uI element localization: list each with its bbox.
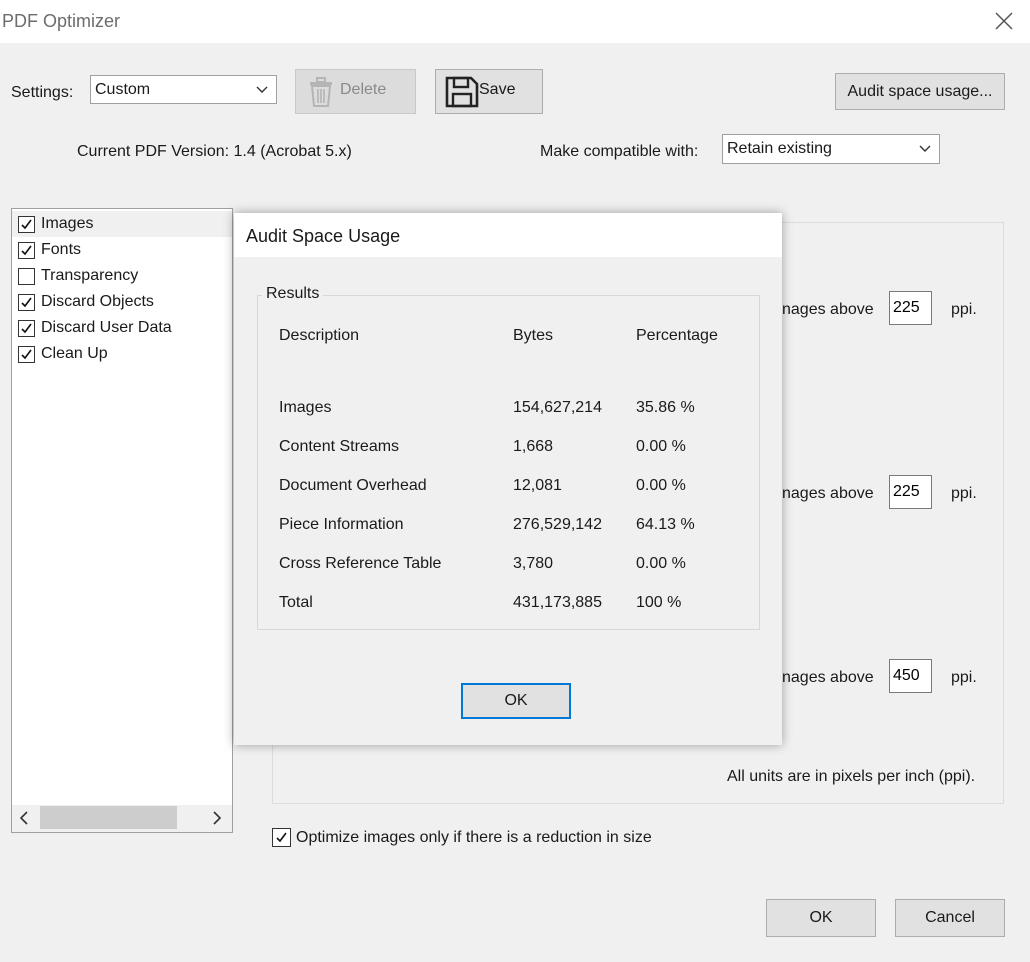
optimize-images-option[interactable]: Optimize images only if there is a reduc… [272,828,652,847]
compatibility-select[interactable]: Retain existing [722,134,940,164]
row-description: Content Streams [279,438,400,455]
audit-space-usage-button[interactable]: Audit space usage... [835,73,1005,110]
category-label: Discard Objects [41,293,154,310]
ppi-unit-2: ppi. [951,485,977,502]
category-label: Clean Up [41,345,108,362]
delete-label: Delete [340,81,387,98]
category-discard-objects[interactable]: Discard Objects [18,289,228,315]
row-description: Total [279,594,313,611]
downsample-text-1: nages above [782,301,874,318]
category-label: Discard User Data [41,319,172,336]
close-icon[interactable] [993,10,1015,32]
row-description: Images [279,399,332,416]
category-label: Transparency [41,267,139,284]
checkbox[interactable] [18,241,35,259]
units-note: All units are in pixels per inch (ppi). [727,768,976,785]
trash-icon [307,76,335,113]
row-description: Document Overhead [279,477,427,494]
make-compatible-label: Make compatible with: [540,143,699,160]
dialog-title-bar: Audit Space Usage [234,213,782,257]
chevron-down-icon [911,135,939,163]
save-button[interactable]: Save [435,69,543,114]
checkbox[interactable] [18,319,35,337]
row-percentage: 100 % [636,594,682,611]
ok-button[interactable]: OK [766,899,876,937]
chevron-right-icon[interactable] [211,811,223,830]
scrollbar-thumb[interactable] [40,806,177,829]
row-description: Piece Information [279,516,404,533]
category-clean-up[interactable]: Clean Up [18,341,228,367]
settings-select[interactable]: Custom [90,75,277,104]
category-transparency[interactable]: Transparency [18,263,228,289]
ppi-input-1[interactable] [889,291,932,325]
chevron-left-icon[interactable] [18,811,30,830]
category-images[interactable]: Images [12,211,232,237]
ppi-input-3[interactable] [889,659,932,693]
dialog-ok-button[interactable]: OK [461,683,571,719]
downsample-text-2: nages above [782,485,874,502]
current-pdf-version: Current PDF Version: 1.4 (Acrobat 5.x) [77,143,352,160]
floppy-disk-icon [445,76,479,113]
results-label: Results [262,285,324,303]
row-bytes: 3,780 [513,555,554,572]
save-label: Save [479,81,516,98]
row-percentage: 0.00 % [636,477,686,494]
audit-space-usage-dialog: Audit Space Usage Results Description By… [234,213,782,745]
cancel-button[interactable]: Cancel [895,899,1005,937]
optimize-images-label: Optimize images only if there is a reduc… [296,828,652,846]
row-bytes: 431,173,885 [513,594,602,611]
ppi-unit-3: ppi. [951,669,977,686]
downsample-text-3: nages above [782,669,874,686]
category-label: Images [41,215,94,232]
header-description: Description [279,327,360,344]
title-bar [0,0,1030,43]
row-percentage: 0.00 % [636,438,686,455]
row-percentage: 35.86 % [636,399,695,416]
delete-button[interactable]: Delete [295,69,416,114]
category-discard-user-data[interactable]: Discard User Data [18,315,228,341]
header-percentage: Percentage [636,327,718,344]
window-title: PDF Optimizer [2,11,121,31]
row-bytes: 12,081 [513,477,562,494]
checkbox[interactable] [18,215,35,233]
category-list: Images Fonts Transparency Discard Object… [11,208,233,833]
row-percentage: 64.13 % [636,516,695,533]
row-percentage: 0.00 % [636,555,686,572]
row-bytes: 276,529,142 [513,516,602,533]
chevron-down-icon [248,76,276,103]
checkbox[interactable] [272,828,291,847]
ppi-unit-1: ppi. [951,301,977,318]
checkbox[interactable] [18,267,35,285]
compatibility-value: Retain existing [727,140,832,157]
row-description: Cross Reference Table [279,555,442,572]
row-bytes: 1,668 [513,438,554,455]
settings-value: Custom [95,80,151,98]
row-bytes: 154,627,214 [513,399,602,416]
checkbox[interactable] [18,293,35,311]
category-fonts[interactable]: Fonts [18,237,228,263]
header-bytes: Bytes [513,327,554,344]
ppi-input-2[interactable] [889,475,932,509]
settings-label: Settings: [11,84,74,101]
category-label: Fonts [41,241,82,258]
dialog-title: Audit Space Usage [246,226,401,246]
results-group [257,295,760,630]
checkbox[interactable] [18,345,35,363]
